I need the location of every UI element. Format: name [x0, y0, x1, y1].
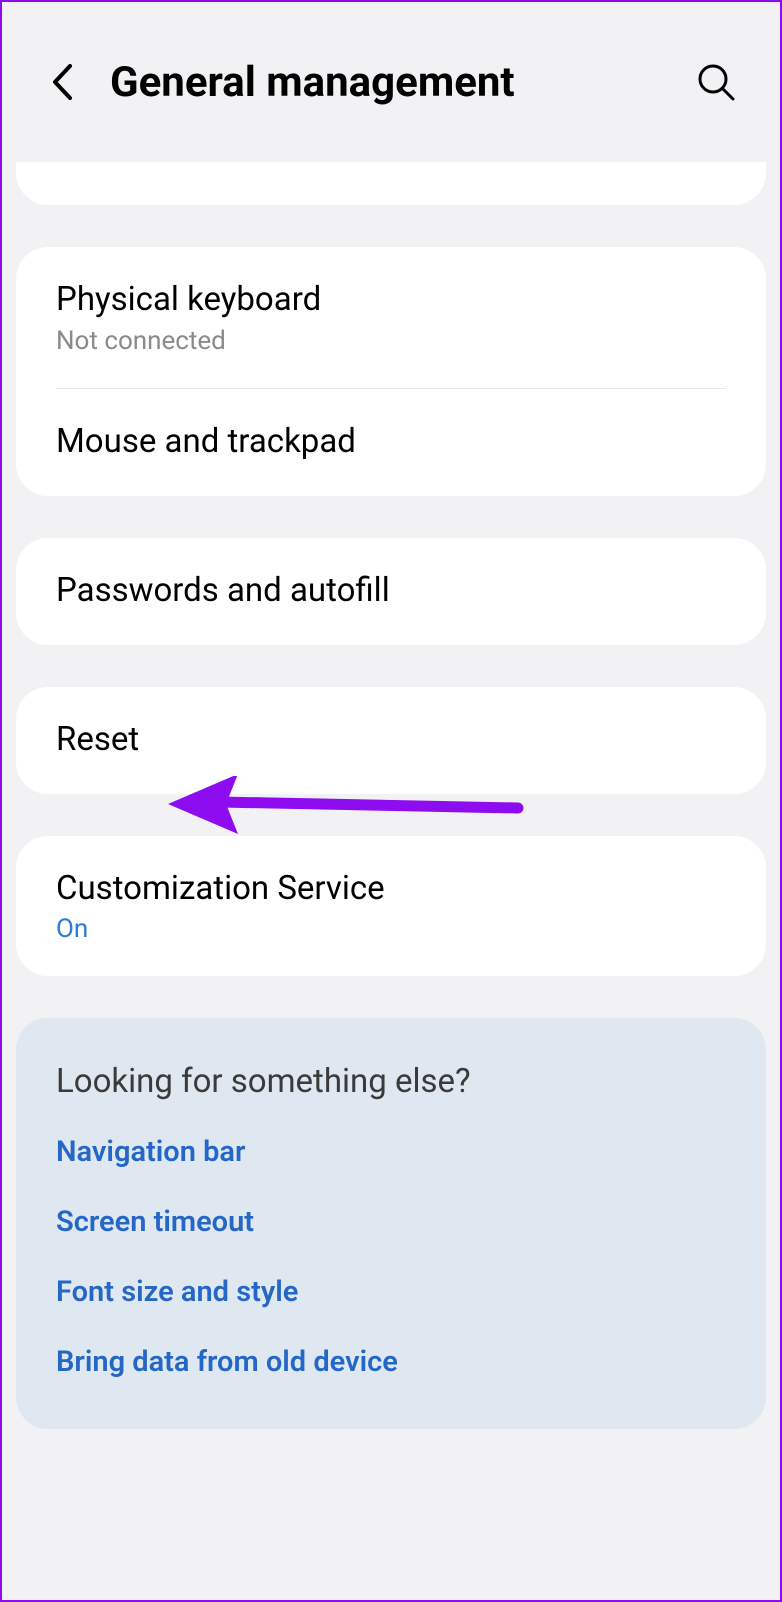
item-title: Physical keyboard: [56, 279, 726, 322]
page-title: General management: [110, 58, 692, 107]
item-title: Passwords and autofill: [56, 570, 726, 613]
chevron-left-icon: [51, 63, 73, 101]
item-title: Mouse and trackpad: [56, 421, 726, 464]
item-title: Reset: [56, 719, 726, 762]
item-physical-keyboard[interactable]: Physical keyboard Not connected: [16, 247, 766, 388]
item-customization-service[interactable]: Customization Service On: [16, 836, 766, 977]
link-navigation-bar[interactable]: Navigation bar: [56, 1135, 726, 1169]
item-subtitle: Not connected: [56, 326, 726, 356]
info-card-title: Looking for something else?: [56, 1062, 726, 1101]
item-title: Customization Service: [56, 868, 726, 911]
item-mouse-trackpad[interactable]: Mouse and trackpad: [16, 389, 766, 496]
link-screen-timeout[interactable]: Screen timeout: [56, 1205, 726, 1239]
settings-group-passwords: Passwords and autofill: [16, 538, 766, 645]
search-button[interactable]: [692, 58, 740, 106]
link-bring-data[interactable]: Bring data from old device: [56, 1345, 726, 1379]
search-icon: [696, 62, 736, 102]
link-font-size-style[interactable]: Font size and style: [56, 1275, 726, 1309]
settings-group-customization: Customization Service On: [16, 836, 766, 977]
header: General management: [2, 2, 780, 162]
settings-group-reset: Reset: [16, 687, 766, 794]
looking-for-card: Looking for something else? Navigation b…: [16, 1018, 766, 1429]
item-subtitle: On: [56, 914, 726, 944]
item-reset[interactable]: Reset: [16, 687, 766, 794]
settings-group-input-devices: Physical keyboard Not connected Mouse an…: [16, 247, 766, 496]
settings-content: Keyboard list and default Physical keybo…: [2, 154, 780, 1429]
item-passwords-autofill[interactable]: Passwords and autofill: [16, 538, 766, 645]
back-button[interactable]: [42, 62, 82, 102]
